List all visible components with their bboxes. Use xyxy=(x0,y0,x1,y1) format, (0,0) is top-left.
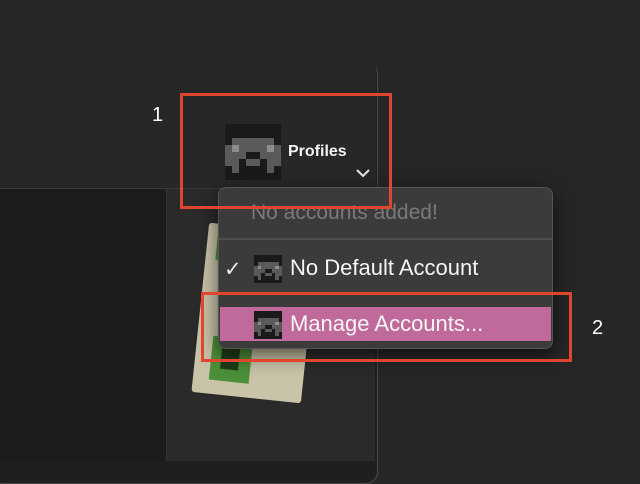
callout-box-1 xyxy=(180,93,392,209)
menu-item-label: No Default Account xyxy=(290,255,479,280)
checkmark-icon: ✓ xyxy=(224,258,242,281)
menu-item-no-default-account[interactable]: ✓ No Default Account xyxy=(220,251,551,285)
menu-separator xyxy=(219,238,552,240)
callout-box-2 xyxy=(201,292,572,362)
callout-number-2: 2 xyxy=(592,317,604,339)
instances-panel xyxy=(0,189,167,461)
callout-number-1: 1 xyxy=(152,104,164,126)
steve-head-icon xyxy=(254,255,282,283)
